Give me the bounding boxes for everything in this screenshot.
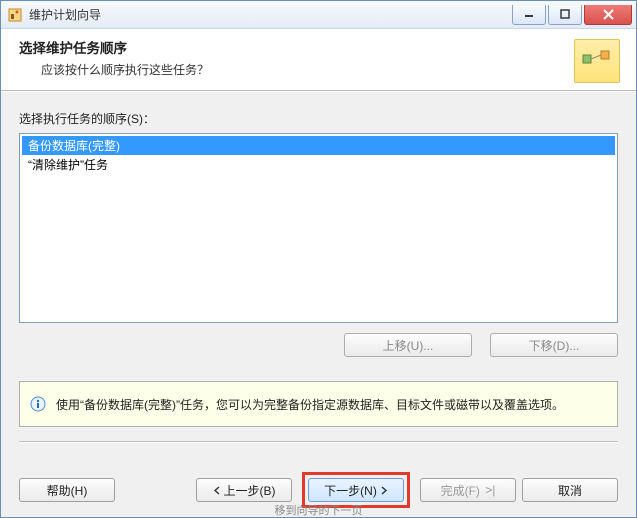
back-button-label: 上一步(B): [224, 482, 276, 499]
list-item[interactable]: “清除维护”任务: [22, 155, 615, 174]
info-text: 使用“备份数据库(完整)”任务，您可以为完整备份指定源数据库、目标文件或磁带以及…: [56, 396, 564, 413]
separator: [19, 441, 618, 443]
minimize-button[interactable]: [512, 5, 546, 25]
next-button-highlight: 下一步(N): [302, 472, 410, 508]
app-icon: [7, 7, 23, 23]
order-label: 选择执行任务的顺序(S)：: [19, 110, 618, 127]
back-button[interactable]: 上一步(B): [196, 478, 292, 502]
next-button-label: 下一步(N): [324, 482, 377, 499]
move-down-button[interactable]: 下移(D)...: [490, 333, 618, 357]
titlebar: 维护计划向导: [1, 1, 636, 29]
finish-button-label: 完成(F): [441, 482, 480, 499]
info-box: 使用“备份数据库(完整)”任务，您可以为完整备份指定源数据库、目标文件或磁带以及…: [19, 381, 618, 427]
window-title: 维护计划向导: [29, 6, 101, 23]
chevron-right-icon: [379, 486, 388, 495]
maximize-button[interactable]: [548, 5, 582, 25]
cancel-button[interactable]: 取消: [522, 478, 618, 502]
wizard-footer: 帮助(H) 上一步(B) 下一步(N) 完成(F) >| 取消: [1, 463, 636, 517]
list-item[interactable]: 备份数据库(完整): [22, 136, 615, 155]
finish-button[interactable]: 完成(F) >|: [420, 478, 516, 502]
next-button[interactable]: 下一步(N): [308, 478, 404, 502]
header-title: 选择维护任务顺序: [19, 37, 574, 57]
move-up-button[interactable]: 上移(U)...: [344, 333, 472, 357]
wizard-header: 选择维护任务顺序 应该按什么顺序执行这些任务？: [1, 29, 636, 91]
move-buttons-row: 上移(U)... 下移(D)...: [19, 333, 618, 357]
info-icon: [30, 396, 46, 412]
wizard-window: 维护计划向导 选择维护任务顺序 应该按什么顺序执行这些任务？: [0, 0, 637, 518]
help-button[interactable]: 帮助(H): [19, 478, 115, 502]
header-icon: [574, 39, 620, 83]
chevron-left-icon: [213, 486, 222, 495]
wizard-body: 选择执行任务的顺序(S)： 备份数据库(完整) “清除维护”任务 上移(U)..…: [1, 91, 636, 463]
task-order-listbox[interactable]: 备份数据库(完整) “清除维护”任务: [19, 133, 618, 323]
header-subtitle: 应该按什么顺序执行这些任务？: [41, 61, 574, 78]
close-button[interactable]: [584, 5, 632, 25]
